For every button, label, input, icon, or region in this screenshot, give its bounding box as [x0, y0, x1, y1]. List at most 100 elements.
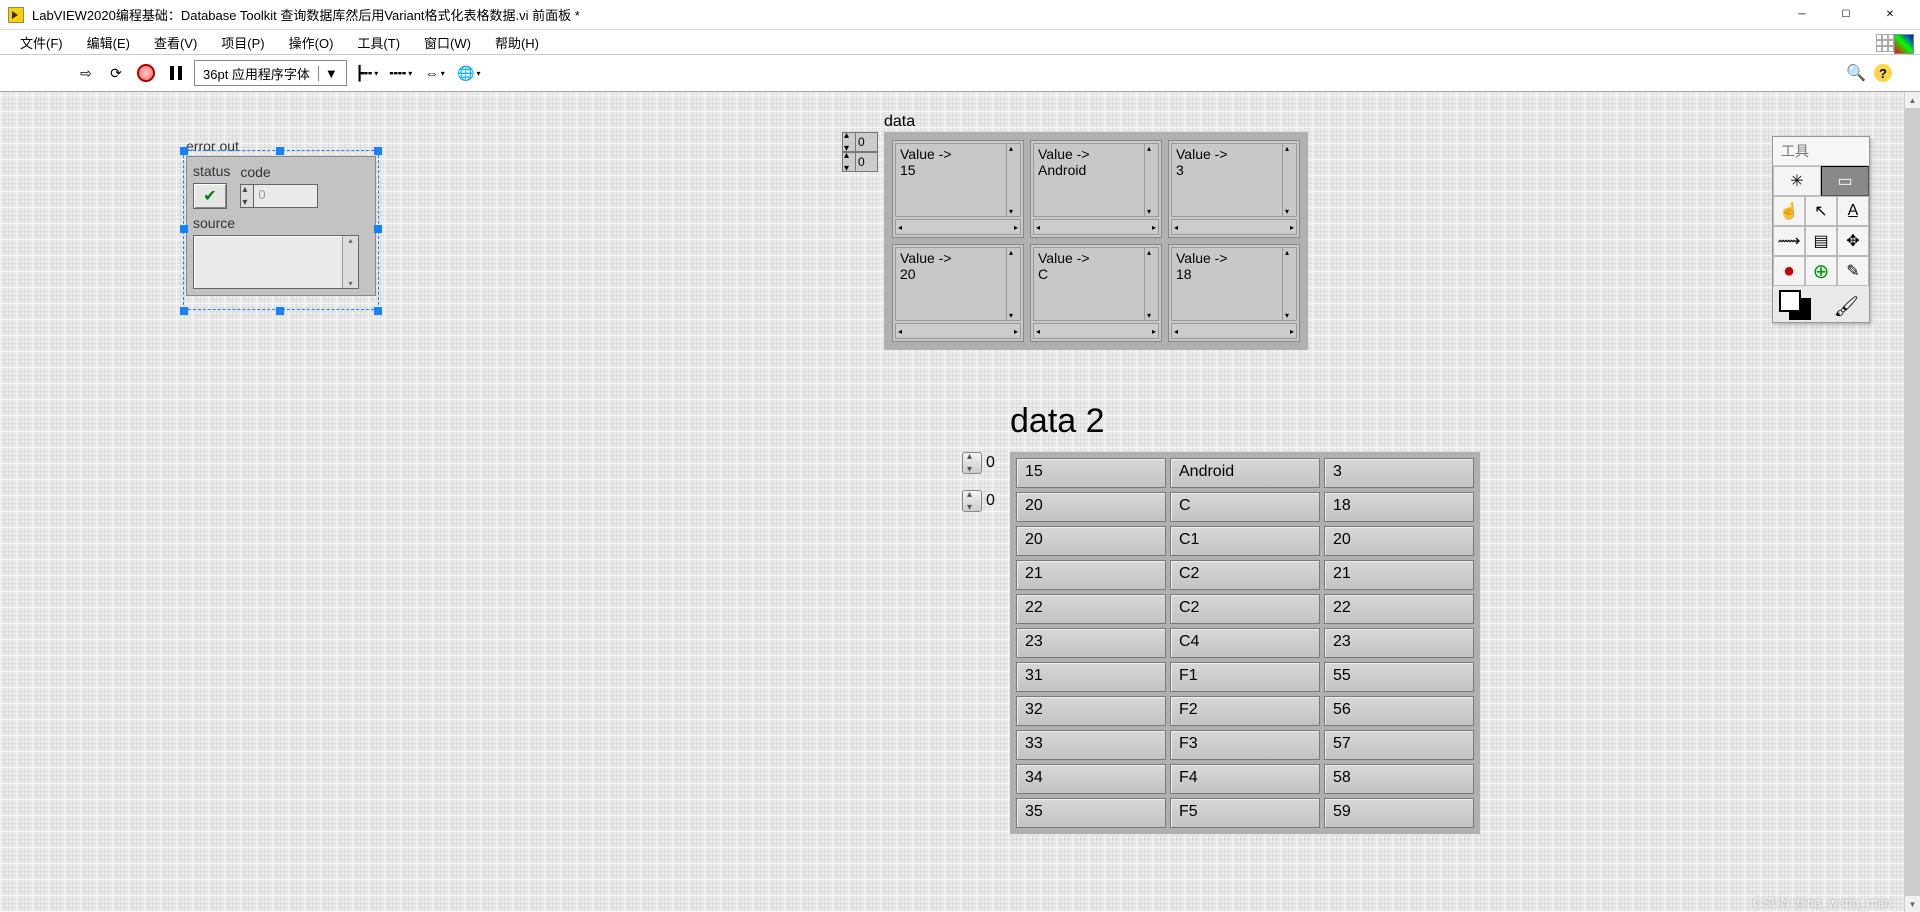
idx-spin-1[interactable]	[842, 152, 856, 172]
scrollbar[interactable]	[1006, 144, 1020, 216]
table-cell[interactable]: F5	[1170, 798, 1320, 828]
variant-cell[interactable]: Value -> 15◂▸	[892, 140, 1024, 238]
h-scrollbar[interactable]: ◂▸	[895, 219, 1021, 235]
data2-table[interactable]: 15Android3 20C18 20C120 21C221 22C222 23C423 3…	[1010, 452, 1480, 834]
table-cell[interactable]: C2	[1170, 594, 1320, 624]
table-cell[interactable]: 23	[1016, 628, 1166, 658]
data2-idx-val-0[interactable]: 0	[986, 454, 1006, 472]
table-cell[interactable]: 34	[1016, 764, 1166, 794]
table-cell[interactable]: 22	[1016, 594, 1166, 624]
variant-cell[interactable]: Value -> 20◂▸	[892, 244, 1024, 342]
data2-idx-spin-1[interactable]	[962, 490, 982, 512]
probe-icon[interactable]: ⊕	[1805, 256, 1837, 286]
table-cell[interactable]: 33	[1016, 730, 1166, 760]
distribute-button[interactable]: ╍╍	[387, 61, 415, 85]
scrollbar[interactable]	[1144, 248, 1158, 320]
idx-val-1[interactable]: 0	[856, 152, 878, 172]
tools-palette[interactable]: 工具 ✳ ▭ ☝ ↖ A̲ ⟿ ▤ ✥ ● ⊕ ✎ 🖌	[1772, 136, 1870, 323]
scrollbar[interactable]	[342, 236, 358, 288]
align-button[interactable]: ┣╍	[353, 61, 381, 85]
resize-button[interactable]: ⇔	[421, 61, 449, 85]
variant-cell[interactable]: Value -> 3◂▸	[1168, 140, 1300, 238]
scrollbar[interactable]	[1144, 144, 1158, 216]
table-cell[interactable]: 15	[1016, 458, 1166, 488]
table-cell[interactable]: C1	[1170, 526, 1320, 556]
eyedropper-icon[interactable]: ✎	[1837, 256, 1869, 286]
h-scrollbar[interactable]: ◂▸	[1171, 219, 1297, 235]
color-tool[interactable]: 🖌	[1773, 286, 1869, 322]
menu-help[interactable]: 帮助(H)	[485, 31, 549, 54]
menu-tools[interactable]: 工具(T)	[347, 31, 410, 54]
scrollbar[interactable]	[1282, 248, 1296, 320]
table-cell[interactable]: C4	[1170, 628, 1320, 658]
data2-idx-val-1[interactable]: 0	[986, 492, 1006, 510]
table-cell[interactable]: 58	[1324, 764, 1474, 794]
table-cell[interactable]: Android	[1170, 458, 1320, 488]
search-icon[interactable]: 🔍	[1846, 63, 1866, 83]
fg-color[interactable]	[1779, 290, 1801, 312]
vi-icon[interactable]	[1894, 34, 1914, 54]
variant-cell[interactable]: Value -> C◂▸	[1030, 244, 1162, 342]
table-cell[interactable]: 20	[1016, 492, 1166, 522]
h-scrollbar[interactable]: ◂▸	[1033, 219, 1159, 235]
table-cell[interactable]: 23	[1324, 628, 1474, 658]
table-cell[interactable]: 56	[1324, 696, 1474, 726]
layout-grid-icon[interactable]	[1876, 34, 1894, 54]
table-cell[interactable]: 3	[1324, 458, 1474, 488]
variant-cell[interactable]: Value -> 18◂▸	[1168, 244, 1300, 342]
table-cell[interactable]: 35	[1016, 798, 1166, 828]
run-continuous-button[interactable]: ⟳	[104, 61, 128, 85]
data-variant-array[interactable]: Value -> 15◂▸Value -> Android◂▸Value -> …	[884, 132, 1308, 350]
menu-view[interactable]: 查看(V)	[144, 31, 207, 54]
table-cell[interactable]: 18	[1324, 492, 1474, 522]
scrollbar[interactable]	[1006, 248, 1020, 320]
auto-tool-icon[interactable]: ✳	[1773, 166, 1821, 196]
table-cell[interactable]: C2	[1170, 560, 1320, 590]
scrollbar[interactable]	[1282, 144, 1296, 216]
variant-cell[interactable]: Value -> Android◂▸	[1030, 140, 1162, 238]
h-scrollbar[interactable]: ◂▸	[895, 323, 1021, 339]
code-spinner[interactable]	[240, 184, 254, 208]
idx-spin-0[interactable]	[842, 132, 856, 152]
scroll-icon[interactable]: ✥	[1837, 226, 1869, 256]
menu-window[interactable]: 窗口(W)	[414, 31, 481, 54]
menu-operate[interactable]: 操作(O)	[279, 31, 344, 54]
finger-icon[interactable]: ☝	[1773, 196, 1805, 226]
font-selector[interactable]: 36pt 应用程序字体 ▼	[194, 60, 347, 86]
table-cell[interactable]: 20	[1016, 526, 1166, 556]
idx-val-0[interactable]: 0	[856, 132, 878, 152]
menu-file[interactable]: 文件(F)	[10, 31, 73, 54]
table-cell[interactable]: F1	[1170, 662, 1320, 692]
maximize-button[interactable]: ☐	[1824, 1, 1868, 29]
wire-icon[interactable]: ⟿	[1773, 226, 1805, 256]
arrow-icon[interactable]: ↖	[1805, 196, 1837, 226]
breakpoint-icon[interactable]: ●	[1773, 256, 1805, 286]
table-cell[interactable]: 31	[1016, 662, 1166, 692]
h-scrollbar[interactable]: ◂▸	[1033, 323, 1159, 339]
table-cell[interactable]: 32	[1016, 696, 1166, 726]
auto-select-icon[interactable]: ▭	[1821, 166, 1869, 196]
table-cell[interactable]: 22	[1324, 594, 1474, 624]
table-cell[interactable]: 21	[1324, 560, 1474, 590]
minimize-button[interactable]: ─	[1780, 1, 1824, 29]
table-cell[interactable]: 59	[1324, 798, 1474, 828]
table-cell[interactable]: 20	[1324, 526, 1474, 556]
vertical-scrollbar[interactable]: ▲ ▼	[1904, 92, 1920, 912]
table-cell[interactable]: 57	[1324, 730, 1474, 760]
run-button[interactable]: ⇨	[74, 61, 98, 85]
table-cell[interactable]: 21	[1016, 560, 1166, 590]
h-scrollbar[interactable]: ◂▸	[1171, 323, 1297, 339]
reorder-button[interactable]: 🌐	[455, 61, 483, 85]
close-button[interactable]: ✕	[1868, 1, 1912, 29]
abort-button[interactable]	[134, 61, 158, 85]
menu-edit[interactable]: 编辑(E)	[77, 31, 140, 54]
table-cell[interactable]: 55	[1324, 662, 1474, 692]
error-out-cluster[interactable]: error out status ✔ code 0 source	[186, 138, 376, 296]
data2-idx-spin-0[interactable]	[962, 452, 982, 474]
table-cell[interactable]: F2	[1170, 696, 1320, 726]
text-icon[interactable]: A̲	[1837, 196, 1869, 226]
table-cell[interactable]: C	[1170, 492, 1320, 522]
pause-button[interactable]	[164, 61, 188, 85]
table-cell[interactable]: F4	[1170, 764, 1320, 794]
code-value[interactable]: 0	[254, 184, 318, 208]
